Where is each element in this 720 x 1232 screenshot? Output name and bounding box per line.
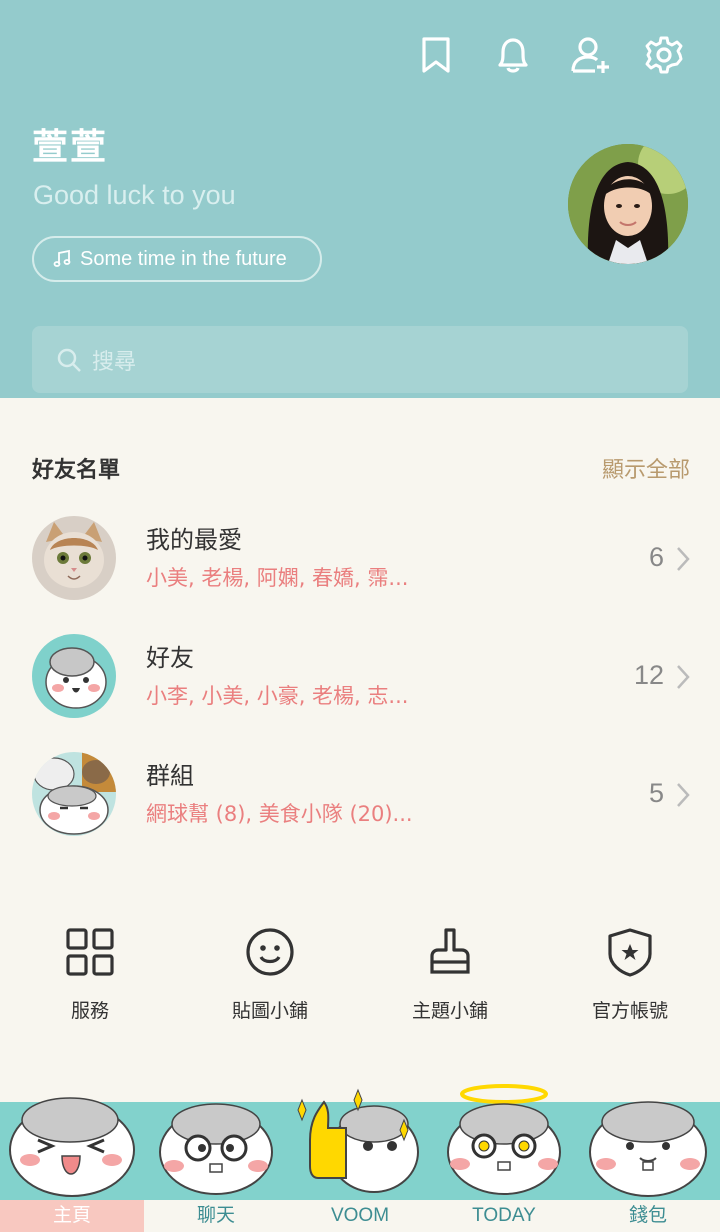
tab-home[interactable]: 主頁 — [0, 1200, 144, 1232]
profile-name[interactable]: 萱萱 — [32, 118, 108, 170]
bookmark-icon[interactable] — [415, 34, 457, 76]
mascot-tab-chat-art — [144, 1080, 288, 1200]
service-label: 官方帳號 — [591, 1000, 668, 1022]
mascot-tab-home-art — [0, 1080, 144, 1200]
smiley-icon — [246, 928, 294, 976]
friends-section-title: 好友名單 — [32, 458, 121, 483]
group-members: 小美, 老楊, 阿嫻, 春嬌, 霈... — [146, 566, 409, 590]
mascot-tab-today-art — [432, 1080, 576, 1200]
chevron-right-icon — [677, 547, 690, 571]
favorites-avatar — [32, 516, 116, 600]
search-input[interactable]: 搜尋 — [32, 326, 688, 393]
tab-today[interactable]: TODAY — [432, 1200, 576, 1232]
group-members: 網球幫 (8), 美食小隊 (20)... — [146, 802, 413, 826]
mascot-tab-voom-art — [288, 1080, 432, 1200]
tab-chat[interactable]: 聊天 — [144, 1200, 288, 1232]
group-title: 我的最愛 — [146, 526, 242, 554]
search-icon — [57, 348, 81, 372]
tab-voom[interactable]: VOOM — [288, 1200, 432, 1232]
music-title: Some time in the future — [80, 247, 287, 270]
sticker-shop-button[interactable]: 貼圖小鋪 — [180, 926, 360, 1023]
mascot-tab-wallet-art — [576, 1080, 720, 1200]
group-members: 小李, 小美, 小豪, 老楊, 志... — [146, 684, 409, 708]
add-friend-icon[interactable] — [570, 34, 612, 76]
chevron-right-icon — [677, 665, 690, 689]
service-label: 貼圖小鋪 — [231, 1000, 308, 1022]
friend-group-groups[interactable]: 群組 網球幫 (8), 美食小隊 (20)... 5 — [0, 752, 720, 852]
bottom-tab-bar: 主頁 聊天 VOOM TODAY 錢包 — [0, 1084, 720, 1232]
friend-group-friends[interactable]: 好友 小李, 小美, 小豪, 老楊, 志... 12 — [0, 634, 720, 734]
groups-avatar — [32, 752, 116, 836]
service-label: 主題小鋪 — [411, 1000, 488, 1022]
bell-icon[interactable] — [492, 34, 534, 76]
chevron-right-icon — [677, 783, 690, 807]
service-label: 服務 — [70, 1000, 109, 1022]
grid-icon — [66, 928, 114, 976]
friends-avatar — [32, 634, 116, 718]
friend-group-favorites[interactable]: 我的最愛 小美, 老楊, 阿嫻, 春嬌, 霈... 6 — [0, 516, 720, 616]
group-title: 群組 — [146, 762, 194, 790]
search-placeholder: 搜尋 — [92, 350, 137, 375]
shield-star-icon — [608, 928, 652, 977]
music-note-icon — [53, 249, 71, 267]
profile-avatar[interactable] — [568, 144, 688, 264]
group-count: 12 — [633, 660, 664, 690]
group-count: 5 — [648, 778, 664, 808]
group-count: 6 — [648, 542, 664, 572]
tab-wallet[interactable]: 錢包 — [576, 1200, 720, 1232]
profile-music-button[interactable]: Some time in the future — [32, 236, 322, 282]
services-button[interactable]: 服務 — [0, 926, 180, 1023]
status-message[interactable]: Good luck to you — [33, 180, 236, 211]
show-all-link[interactable]: 顯示全部 — [602, 452, 690, 484]
official-accounts-button[interactable]: 官方帳號 — [540, 926, 720, 1023]
brush-icon — [430, 928, 470, 974]
theme-shop-button[interactable]: 主題小鋪 — [360, 926, 540, 1023]
profile-header: 萱萱 Good luck to you Some time in the fut… — [0, 0, 720, 398]
settings-icon[interactable] — [643, 34, 685, 76]
group-title: 好友 — [146, 644, 194, 672]
